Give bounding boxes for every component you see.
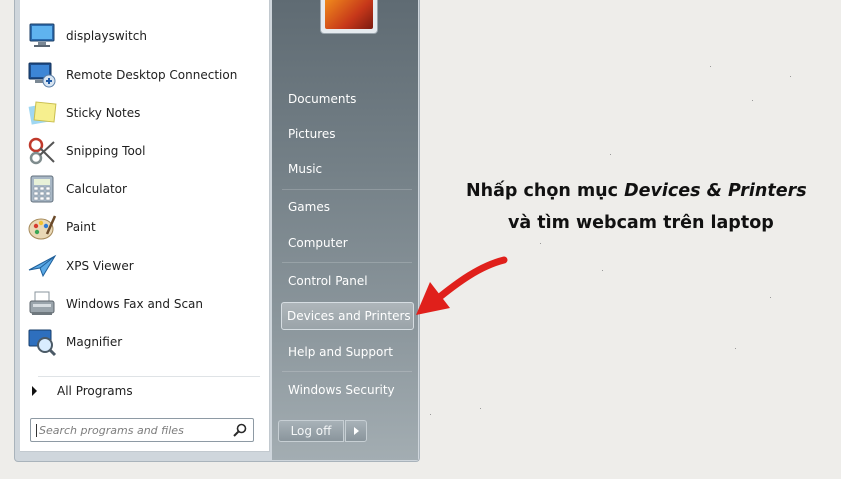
program-label: Snipping Tool xyxy=(66,144,146,158)
place-help-and-support[interactable]: Help and Support xyxy=(288,342,393,362)
log-off-button[interactable]: Log off xyxy=(278,420,344,442)
red-arrow-icon xyxy=(416,256,508,315)
program-item-paint[interactable]: Paint xyxy=(26,209,264,245)
xps-viewer-icon xyxy=(26,250,58,282)
program-item-snipping-tool[interactable]: Snipping Tool xyxy=(26,133,264,169)
program-item-magnifier[interactable]: Magnifier xyxy=(26,324,264,360)
place-pictures[interactable]: Pictures xyxy=(288,124,336,144)
program-label: Windows Fax and Scan xyxy=(66,297,204,311)
calculator-icon xyxy=(26,173,58,205)
places-divider xyxy=(282,262,412,263)
speck xyxy=(752,100,753,101)
chevron-right-icon xyxy=(32,386,37,396)
magnifier-icon xyxy=(26,326,58,358)
place-control-panel[interactable]: Control Panel xyxy=(288,271,368,291)
shutdown-options-button[interactable] xyxy=(345,420,367,442)
program-item-calculator[interactable]: Calculator xyxy=(26,171,264,207)
speck xyxy=(735,348,736,349)
all-programs-label: All Programs xyxy=(57,384,133,398)
annotation-line2: và tìm webcam trên laptop xyxy=(508,213,774,233)
search-input[interactable] xyxy=(36,423,226,437)
speck xyxy=(480,408,481,409)
programs-pane: displayswitch Remote Desktop Connection … xyxy=(20,0,270,452)
search-box[interactable] xyxy=(30,418,254,442)
place-documents[interactable]: Documents xyxy=(288,89,356,109)
places-divider xyxy=(282,371,412,372)
user-avatar xyxy=(325,0,373,29)
paint-palette-icon xyxy=(26,211,58,243)
program-label: displayswitch xyxy=(66,29,147,43)
place-computer[interactable]: Computer xyxy=(288,233,348,253)
program-label: Magnifier xyxy=(66,335,123,349)
program-label: Paint xyxy=(66,220,96,234)
speck xyxy=(602,270,603,271)
program-item-sticky-notes[interactable]: Sticky Notes xyxy=(26,95,264,131)
program-label: XPS Viewer xyxy=(66,259,134,273)
all-programs-button[interactable]: All Programs xyxy=(26,378,264,404)
chevron-right-icon xyxy=(353,427,359,435)
speck xyxy=(610,154,611,155)
program-label: Remote Desktop Connection xyxy=(66,68,238,82)
display-switch-icon xyxy=(26,20,58,52)
place-windows-security[interactable]: Windows Security xyxy=(288,380,395,400)
places-divider xyxy=(282,189,412,190)
search-icon[interactable] xyxy=(232,422,248,438)
sticky-notes-icon xyxy=(26,97,58,129)
program-item-fax-scan[interactable]: Windows Fax and Scan xyxy=(26,286,264,322)
place-games[interactable]: Games xyxy=(288,197,330,217)
program-item-remote-desktop[interactable]: Remote Desktop Connection xyxy=(26,57,264,93)
scissors-icon xyxy=(26,135,58,167)
programs-divider xyxy=(38,376,260,377)
program-label: Calculator xyxy=(66,182,127,196)
annotation-prefix: Nhấp chọn mục xyxy=(466,181,625,201)
speck xyxy=(710,66,711,67)
program-item-displayswitch[interactable]: displayswitch xyxy=(26,18,264,54)
fax-scanner-icon xyxy=(26,288,58,320)
remote-desktop-icon xyxy=(26,59,58,91)
program-label: Sticky Notes xyxy=(66,106,141,120)
annotation-line1: Nhấp chọn mục Devices & Printers xyxy=(466,181,807,201)
place-music[interactable]: Music xyxy=(288,159,322,179)
place-devices-and-printers[interactable]: Devices and Printers xyxy=(287,306,411,326)
speck xyxy=(790,76,791,77)
annotation-emphasis: Devices & Printers xyxy=(624,181,807,201)
speck xyxy=(770,297,771,298)
user-picture[interactable] xyxy=(320,0,378,34)
speck xyxy=(430,414,431,415)
speck xyxy=(540,243,541,244)
program-item-xps-viewer[interactable]: XPS Viewer xyxy=(26,248,264,284)
